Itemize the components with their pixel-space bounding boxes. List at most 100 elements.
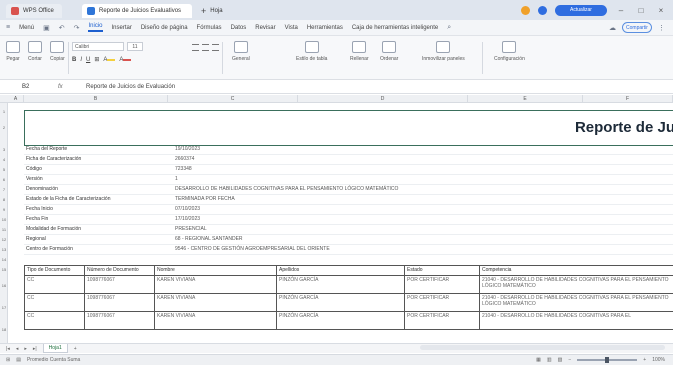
table-cell[interactable]: POR CERTIFICAR — [404, 275, 480, 294]
align-bottom-icon[interactable] — [212, 44, 219, 51]
column-header-cell[interactable]: Tipo de Documento — [24, 265, 85, 276]
row-header[interactable]: 5 — [0, 167, 8, 172]
row-header[interactable]: 15 — [0, 267, 8, 272]
row-header[interactable]: 16 — [0, 283, 8, 288]
align-middle-icon[interactable] — [202, 44, 209, 51]
row-header[interactable]: 14 — [0, 257, 8, 262]
table-cell[interactable]: 1098776067 — [84, 293, 155, 312]
borders-icon[interactable]: ⊞ — [94, 56, 99, 63]
column-header-c[interactable]: C — [168, 95, 298, 103]
menu-item-tools[interactable]: Herramientas — [307, 25, 343, 31]
font-color-icon[interactable]: A — [119, 57, 132, 63]
row-header[interactable]: 7 — [0, 187, 8, 192]
menu-item-menu[interactable]: Menú — [19, 25, 34, 31]
italic-button[interactable]: I — [80, 57, 82, 63]
sheet-tab-hoja1[interactable]: Hoja1 — [42, 344, 68, 353]
row-header[interactable]: 11 — [0, 227, 8, 232]
close-icon[interactable]: × — [655, 6, 667, 15]
page-icon[interactable]: ▤ — [16, 357, 21, 363]
column-header-b[interactable]: B — [24, 95, 168, 103]
add-sheet-button[interactable]: + — [74, 346, 77, 352]
menu-item-page-layout[interactable]: Diseño de página — [141, 25, 188, 31]
first-sheet-icon[interactable]: |◂ — [6, 346, 10, 352]
table-cell[interactable]: 1098776067 — [84, 275, 155, 294]
macro-icon[interactable]: ⊞ — [6, 357, 10, 363]
zoom-level[interactable]: 100% — [652, 357, 665, 363]
table-cell[interactable]: PINZÓN GARCÍA — [276, 311, 405, 330]
row-header[interactable]: 13 — [0, 247, 8, 252]
next-sheet-icon[interactable]: ▸ — [24, 346, 27, 352]
bold-button[interactable]: B — [72, 57, 76, 63]
row-header[interactable]: 3 — [0, 147, 8, 152]
font-name-select[interactable]: Calibri — [72, 42, 124, 51]
fill-button[interactable]: Rellenar — [350, 41, 369, 62]
table-cell[interactable]: CC — [24, 311, 85, 330]
zoom-knob[interactable] — [605, 357, 610, 363]
maximize-icon[interactable]: □ — [635, 6, 647, 15]
table-cell[interactable]: PINZÓN GARCÍA — [276, 275, 405, 294]
document-tab[interactable]: Reporte de Juicios Evaluativos — [82, 4, 192, 18]
save-icon[interactable]: ▣ — [43, 24, 50, 32]
column-header-cell[interactable]: Competencia — [479, 265, 673, 276]
cut-button[interactable]: Cortar — [28, 41, 42, 62]
table-cell[interactable]: POR CERTIFICAR — [404, 311, 480, 330]
zoom-slider[interactable] — [577, 357, 638, 363]
upgrade-button[interactable]: Actualizar — [555, 4, 607, 16]
row-header[interactable]: 4 — [0, 157, 8, 162]
share-button[interactable]: Compartir — [622, 22, 652, 33]
report-banner[interactable]: Reporte de Ju — [24, 110, 673, 146]
column-header-cell[interactable]: Nombre — [154, 265, 277, 276]
paste-button[interactable]: Pegar — [6, 41, 20, 62]
table-cell[interactable]: KAREN VIVIANA — [154, 293, 277, 312]
row-header[interactable]: 8 — [0, 197, 8, 202]
column-header-a[interactable]: A — [8, 95, 24, 103]
column-header-f[interactable]: F — [583, 95, 673, 103]
row-header[interactable]: 9 — [0, 207, 8, 212]
horizontal-scrollbar[interactable] — [420, 345, 665, 350]
formula-input[interactable]: Reporte de Juicios de Evaluación — [86, 84, 175, 90]
notification-icon[interactable] — [521, 5, 530, 15]
cloud-icon[interactable]: ☁ — [609, 24, 616, 32]
row-header[interactable]: 18 — [0, 327, 8, 332]
menu-item-smart-toolbox[interactable]: Caja de herramientas inteligente — [352, 25, 438, 31]
fx-icon[interactable]: fx — [58, 84, 86, 90]
prev-sheet-icon[interactable]: ◂ — [16, 346, 19, 352]
table-cell[interactable]: 21040 - DESARROLLO DE HABILIDADES COGNIT… — [479, 311, 673, 330]
copy-button[interactable]: Copiar — [50, 41, 65, 62]
home-tab[interactable]: WPS Office — [6, 4, 62, 18]
minimize-icon[interactable]: – — [615, 6, 627, 15]
account-icon[interactable] — [538, 5, 547, 15]
table-cell[interactable]: CC — [24, 275, 85, 294]
sort-button[interactable]: Ordenar — [380, 41, 398, 62]
page-layout-icon[interactable]: ▥ — [547, 357, 552, 363]
search-icon[interactable]: ⌕ — [447, 24, 451, 32]
menu-item-insert[interactable]: Insertar — [112, 25, 132, 31]
menu-icon[interactable]: ≡ — [6, 24, 10, 31]
name-box[interactable]: B2 — [0, 84, 58, 90]
table-cell[interactable]: POR CERTIFICAR — [404, 293, 480, 312]
table-cell[interactable]: CC — [24, 293, 85, 312]
row-header[interactable]: 12 — [0, 237, 8, 242]
row-header[interactable]: 10 — [0, 217, 8, 222]
freeze-panes-button[interactable]: Inmovilizar paneles — [422, 41, 465, 62]
more-icon[interactable]: ⋮ — [658, 24, 665, 32]
column-header-cell[interactable]: Apellidos — [276, 265, 405, 276]
menu-item-review[interactable]: Revisar — [255, 25, 275, 31]
row-header[interactable]: 2 — [0, 125, 8, 130]
settings-button[interactable]: Configuración — [494, 41, 525, 62]
row-header[interactable]: 17 — [0, 305, 8, 310]
normal-view-icon[interactable]: ▦ — [536, 357, 541, 363]
zoom-in-icon[interactable]: + — [643, 357, 646, 363]
table-cell[interactable]: PINZÓN GARCÍA — [276, 293, 405, 312]
conditional-format-button[interactable]: Estilo de tabla — [296, 41, 327, 62]
table-cell[interactable]: 1098776067 — [84, 311, 155, 330]
number-format-button[interactable]: General — [232, 41, 250, 62]
zoom-out-icon[interactable]: − — [568, 357, 571, 363]
table-cell[interactable]: 21040 - DESARROLLO DE HABILIDADES COGNIT… — [479, 275, 673, 294]
menu-item-formulas[interactable]: Fórmulas — [197, 25, 222, 31]
column-header-d[interactable]: D — [298, 95, 468, 103]
font-size-select[interactable]: 11 — [127, 42, 143, 51]
menu-item-home[interactable]: Inicio — [88, 23, 103, 32]
menu-item-view[interactable]: Vista — [285, 25, 298, 31]
column-header-e[interactable]: E — [468, 95, 583, 103]
